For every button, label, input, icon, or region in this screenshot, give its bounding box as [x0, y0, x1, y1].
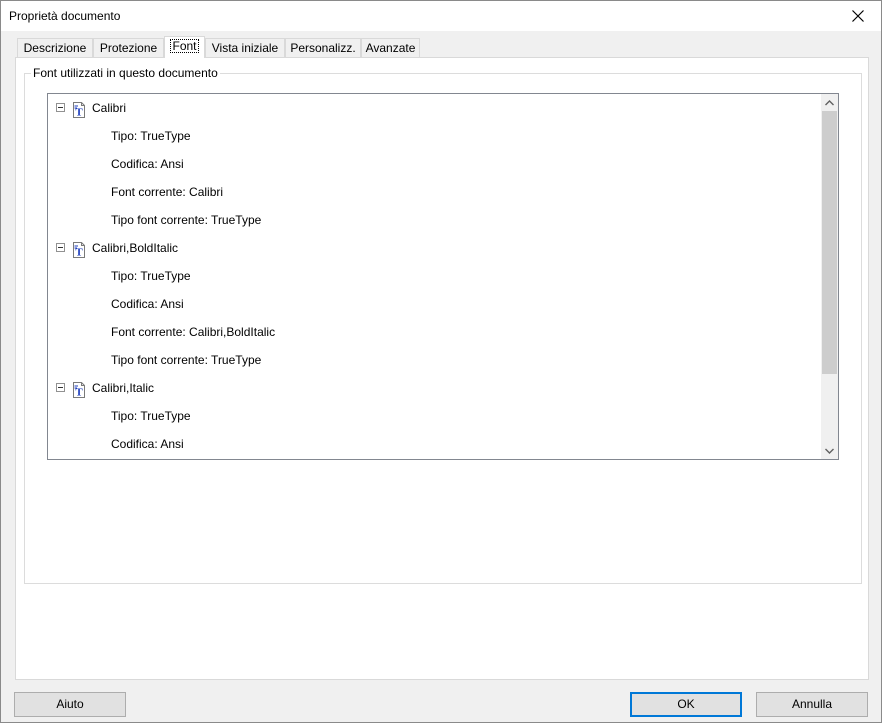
font-name: Calibri,BoldItalic — [92, 241, 179, 255]
help-button[interactable]: Aiuto — [14, 692, 126, 717]
chevron-up-icon — [825, 99, 834, 105]
close-button[interactable] — [835, 1, 881, 31]
scroll-down-button[interactable] — [821, 442, 838, 459]
font-detail: Codifica: Ansi — [111, 437, 184, 451]
truetype-font-icon: T — [73, 242, 85, 259]
truetype-font-icon: T — [73, 102, 85, 119]
tab-personalizz[interactable]: Personalizz. — [285, 38, 361, 58]
font-detail: Tipo font corrente: TrueType — [111, 213, 262, 227]
font-detail: Tipo: TrueType — [111, 269, 191, 283]
chevron-down-icon — [825, 448, 834, 454]
vertical-scrollbar[interactable] — [821, 94, 838, 459]
scroll-thumb[interactable] — [822, 111, 837, 374]
tab-descrizione[interactable]: Descrizione — [17, 38, 93, 58]
title-bar: Proprietà documento — [1, 1, 881, 31]
ok-button[interactable]: OK — [630, 692, 742, 717]
cancel-button[interactable]: Annulla — [756, 692, 868, 717]
font-detail: Tipo font corrente: TrueType — [111, 353, 262, 367]
tab-panel-font: Font utilizzati in questo documento T Cal… — [15, 57, 869, 680]
font-name: Calibri,Italic — [92, 381, 155, 395]
font-detail: Codifica: Ansi — [111, 157, 184, 171]
font-detail: Codifica: Ansi — [111, 297, 184, 311]
group-label: Font utilizzati in questo documento — [31, 66, 220, 80]
truetype-font-icon: T — [73, 382, 85, 399]
tab-vista-iniziale[interactable]: Vista iniziale — [205, 38, 285, 58]
close-icon — [852, 10, 864, 22]
window-title: Proprietà documento — [9, 9, 121, 23]
font-detail: Tipo: TrueType — [111, 129, 191, 143]
collapse-icon[interactable] — [56, 103, 65, 112]
scroll-up-button[interactable] — [821, 94, 838, 111]
tab-protezione[interactable]: Protezione — [93, 38, 164, 58]
document-properties-dialog: Proprietà documento Descrizione Protezio… — [0, 0, 882, 723]
collapse-icon[interactable] — [56, 383, 65, 392]
font-detail: Font corrente: Calibri,BoldItalic — [111, 325, 276, 339]
font-detail: Tipo: TrueType — [111, 409, 191, 423]
tab-avanzate[interactable]: Avanzate — [361, 38, 420, 58]
collapse-icon[interactable] — [56, 243, 65, 252]
font-name: Calibri — [92, 101, 127, 115]
fonts-tree[interactable]: T Calibri Tipo: TrueType Codifica: Ansi Font… — [47, 93, 839, 460]
tab-font[interactable]: Font — [164, 36, 205, 58]
fonts-groupbox: Font utilizzati in questo documento T Cal… — [24, 66, 862, 584]
font-detail: Font corrente: Calibri — [111, 185, 224, 199]
